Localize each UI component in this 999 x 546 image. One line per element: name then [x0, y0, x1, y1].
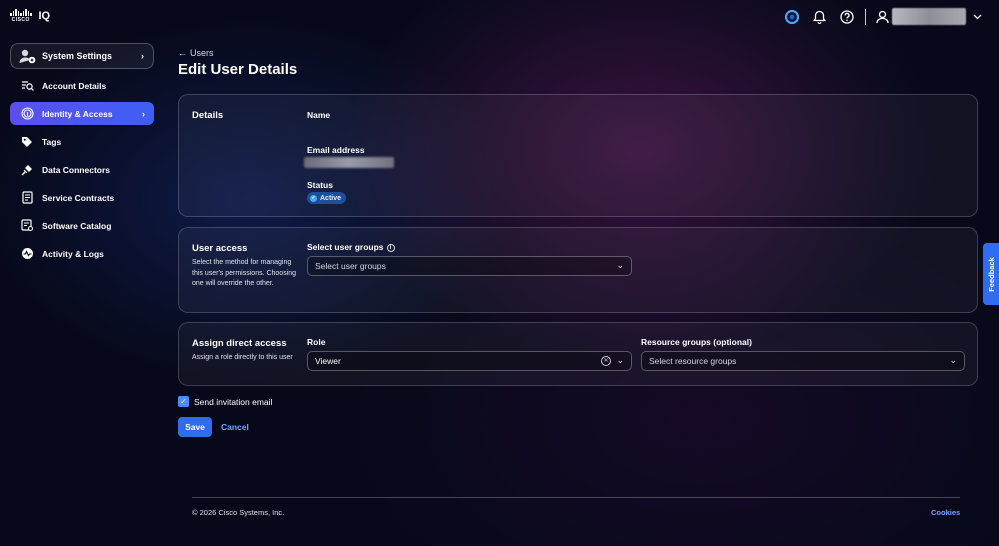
- chevron-down-icon[interactable]: [969, 9, 985, 25]
- groups-label: Select user groups i: [307, 242, 395, 252]
- sidebar-item-activity-logs[interactable]: Activity & Logs: [10, 242, 154, 265]
- direct-access-card: Assign direct access Assign a role direc…: [178, 322, 978, 386]
- system-settings-button[interactable]: System Settings ›: [10, 43, 154, 69]
- sidebar-item-label: Data Connectors: [42, 164, 111, 175]
- user-access-card: User access Select the method for managi…: [178, 227, 978, 313]
- sidebar-item-tags[interactable]: Tags: [10, 130, 154, 153]
- sidebar-item-software-catalog[interactable]: Software Catalog: [10, 214, 154, 237]
- fingerprint-icon: [20, 107, 34, 121]
- status-badge: ✓ Active: [307, 192, 347, 204]
- sidebar-item-label: Service Contracts: [42, 192, 115, 203]
- sidebar-item-identity-access[interactable]: Identity & Access ›: [10, 102, 154, 125]
- footer-divider: [192, 497, 960, 498]
- sidebar-item-label: Account Details: [42, 80, 107, 91]
- user-icon[interactable]: [874, 9, 890, 25]
- sidebar-item-service-contracts[interactable]: Service Contracts: [10, 186, 154, 209]
- user-groups-select[interactable]: Select user groups ⌄: [307, 256, 632, 276]
- arrow-left-icon: ←: [178, 48, 187, 58]
- cisco-logo[interactable]: CISCO IQ: [10, 9, 50, 23]
- chevron-down-icon: ⌄: [616, 355, 624, 365]
- page-title: Edit User Details: [178, 61, 298, 78]
- sidebar-item-data-connectors[interactable]: Data Connectors: [10, 158, 154, 181]
- help-icon[interactable]: [839, 9, 855, 25]
- search-list-icon: [20, 79, 34, 93]
- resource-groups-label: Resource groups (optional): [641, 337, 752, 347]
- sidebar-item-account-details[interactable]: Account Details: [10, 74, 154, 97]
- email-redacted: [304, 157, 394, 168]
- plug-icon: [20, 163, 34, 177]
- cookies-link[interactable]: Cookies: [931, 508, 960, 517]
- document-icon: [20, 191, 34, 205]
- send-invitation-row[interactable]: ✓ Send invitation email: [178, 396, 272, 407]
- topbar-divider: [865, 9, 866, 25]
- top-bar: CISCO IQ: [0, 0, 999, 34]
- direct-access-description: Assign a role directly to this user: [192, 354, 293, 361]
- activity-icon: [20, 247, 34, 261]
- logo-word: CISCO: [11, 17, 30, 23]
- copyright: © 2026 Cisco Systems, Inc.: [192, 508, 285, 517]
- sidebar-item-label: Activity & Logs: [42, 248, 104, 259]
- chevron-down-icon: ⌄: [949, 355, 957, 365]
- resource-groups-placeholder: Select resource groups: [649, 356, 737, 366]
- send-invitation-checkbox[interactable]: ✓: [178, 396, 189, 407]
- role-value: Viewer: [315, 356, 341, 366]
- chevron-down-icon: ⌄: [616, 260, 624, 270]
- sidebar-item-label: Software Catalog: [42, 220, 112, 231]
- back-link[interactable]: ← Users: [178, 48, 214, 58]
- role-select[interactable]: Viewer ✕ ⌄: [307, 351, 632, 371]
- system-settings-label: System Settings: [42, 51, 113, 61]
- feedback-label: Feedback: [986, 256, 996, 292]
- back-label: Users: [190, 48, 214, 58]
- email-label: Email address: [307, 145, 365, 155]
- info-icon[interactable]: i: [386, 244, 395, 252]
- user-gear-icon: [19, 48, 37, 64]
- direct-access-title: Assign direct access: [192, 338, 287, 349]
- save-button[interactable]: Save: [178, 417, 212, 437]
- user-access-description: Select the method for managing this user…: [192, 259, 297, 287]
- chevron-right-icon: ›: [142, 108, 145, 119]
- name-label: Name: [307, 110, 331, 120]
- user-groups-placeholder: Select user groups: [315, 261, 386, 271]
- chevron-right-icon: ›: [141, 51, 144, 61]
- bell-icon[interactable]: [811, 9, 827, 25]
- details-title: Details: [192, 110, 224, 121]
- tag-icon: [20, 135, 34, 149]
- details-card: Details Name Email address Status ✓ Acti…: [178, 94, 978, 217]
- clear-icon[interactable]: ✕: [601, 356, 611, 366]
- user-access-title: User access: [192, 243, 248, 254]
- cisco-logo-mark: CISCO: [10, 9, 32, 23]
- user-name-redacted[interactable]: [892, 8, 966, 25]
- send-invitation-label: Send invitation email: [194, 396, 273, 407]
- status-label: Status: [307, 180, 333, 190]
- role-label: Role: [307, 337, 326, 347]
- cancel-button[interactable]: Cancel: [221, 417, 249, 437]
- groups-label-text: Select user groups: [307, 242, 384, 252]
- check-icon: ✓: [310, 194, 317, 202]
- status-value: Active: [320, 194, 342, 202]
- assistant-icon[interactable]: [784, 9, 800, 25]
- sidebar-item-label: Tags: [42, 136, 62, 147]
- product-name: IQ: [38, 10, 51, 22]
- sidebar-item-label: Identity & Access: [42, 108, 113, 119]
- resource-groups-select[interactable]: Select resource groups ⌄: [641, 351, 965, 371]
- catalog-icon: [20, 219, 34, 233]
- feedback-tab[interactable]: Feedback: [983, 243, 999, 305]
